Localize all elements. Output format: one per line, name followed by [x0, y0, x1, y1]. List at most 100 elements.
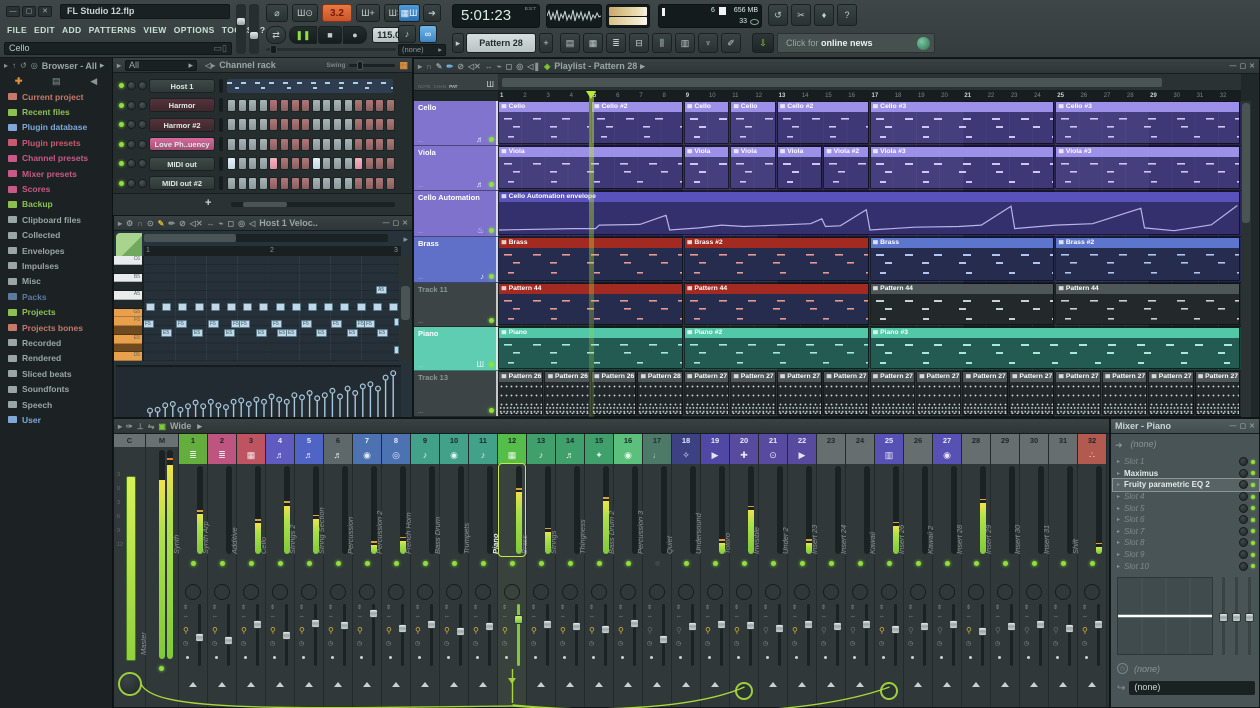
violin-icon[interactable]: ♬	[324, 447, 352, 464]
strip-fader[interactable]	[662, 604, 665, 666]
clip-pattern-27[interactable]: ≣ Pattern 27	[1148, 371, 1193, 415]
stereo-sep-control[interactable]: ⇕	[995, 604, 1000, 611]
slot-enable-led[interactable]	[1251, 564, 1255, 568]
clip-pattern-26[interactable]: ≣ Pattern 26	[591, 371, 636, 415]
strip-clock-icon[interactable]: ◷	[444, 640, 449, 647]
stereo-sep-control[interactable]: ⇕	[792, 604, 797, 611]
pr-note[interactable]: E5	[161, 329, 172, 337]
strip-number[interactable]: 26	[904, 434, 932, 447]
send-switch[interactable]	[972, 682, 980, 687]
pan-control[interactable]: ⇔	[1024, 614, 1030, 620]
fx-preset-value[interactable]: (none)	[1127, 439, 1257, 452]
strip-clock-icon[interactable]: ◷	[1082, 640, 1087, 647]
song-mode-switch[interactable]: ⇄	[266, 26, 286, 44]
stereo-sep-control[interactable]: ⇕	[1053, 604, 1058, 611]
fx-enable-icon[interactable]: ⚲	[299, 626, 305, 635]
rack-detach-icon[interactable]: ▸	[117, 61, 121, 70]
clip-pattern-27[interactable]: ≣ Pattern 27	[684, 371, 729, 415]
send-switch[interactable]	[943, 682, 951, 687]
strip-fader[interactable]	[401, 604, 404, 666]
pl-hscrollbar[interactable]	[498, 74, 1241, 91]
strip-link-dot[interactable]	[360, 656, 363, 659]
fx-enable-icon[interactable]: ⚲	[270, 626, 276, 635]
strip-clock-icon[interactable]: ◷	[908, 640, 913, 647]
pr-note[interactable]: E5	[256, 329, 267, 337]
strip-fader[interactable]	[691, 604, 694, 666]
step-cell-12[interactable]	[344, 99, 353, 112]
strip-eq-knob[interactable]	[707, 584, 723, 600]
send-switch[interactable]	[1001, 682, 1009, 687]
strip-mute-led[interactable]	[394, 561, 399, 566]
fader-cap[interactable]	[369, 609, 378, 618]
browser-item-backup[interactable]: Backup	[0, 197, 112, 212]
stereo-sep-control[interactable]: ⇕	[1024, 604, 1029, 611]
pr-note[interactable]: F5	[331, 320, 342, 328]
strip-clock-icon[interactable]: ◷	[502, 640, 507, 647]
strip-link-dot[interactable]	[534, 656, 537, 659]
strip-fader[interactable]	[1068, 604, 1071, 666]
blank-icon[interactable]	[962, 447, 990, 464]
strip-link-dot[interactable]	[505, 656, 508, 659]
fx-enable-icon[interactable]: ⚲	[821, 626, 827, 635]
strip-mute-led[interactable]	[249, 561, 254, 566]
strip-eq-knob[interactable]	[1026, 584, 1042, 600]
eq-band-slider-2[interactable]	[1235, 577, 1238, 655]
fx-minimize-icon[interactable]: —	[1230, 423, 1237, 430]
send-switch[interactable]	[421, 682, 429, 687]
keys-icon[interactable]: ▦	[237, 447, 265, 464]
send-switch[interactable]	[1088, 682, 1096, 687]
fader-cap[interactable]	[1094, 620, 1103, 629]
clip-brass[interactable]: ≣ Brass	[870, 237, 1055, 281]
fader-cap[interactable]	[949, 620, 958, 629]
browser-item-recorded[interactable]: Recorded	[0, 335, 112, 350]
send-switch[interactable]	[798, 682, 806, 687]
step-cell-16[interactable]	[386, 138, 395, 151]
pl-playback-icon[interactable]: ◁❚	[527, 62, 540, 71]
pr-note[interactable]	[324, 303, 333, 311]
playback-position-display[interactable]: 3.2	[322, 4, 352, 22]
strip-number[interactable]: 14	[556, 434, 584, 447]
slot-label[interactable]: Slot 10	[1124, 562, 1149, 571]
strip-eq-knob[interactable]	[214, 584, 230, 600]
channel-button[interactable]: MIDI out	[149, 157, 215, 171]
step-cell-2[interactable]	[238, 157, 247, 170]
pr-note[interactable]	[276, 303, 285, 311]
channel-button[interactable]: Love Ph..uency	[149, 137, 215, 151]
strip-mute-led[interactable]	[1003, 561, 1008, 566]
channel-volume-knob[interactable]	[138, 120, 147, 129]
pr-vscrollbar[interactable]	[399, 256, 412, 361]
track-panel-track-13[interactable]: Track 13...	[414, 371, 498, 417]
step-cell-9[interactable]	[312, 157, 321, 170]
clip-cello-automation-envelope[interactable]: ≣ Cello Automation envelope	[498, 191, 1240, 235]
strip-eq-knob[interactable]	[620, 584, 636, 600]
step-cell-10[interactable]	[322, 157, 331, 170]
strip-eq-knob[interactable]	[939, 584, 955, 600]
step-cell-6[interactable]	[280, 157, 289, 170]
strip-link-dot[interactable]	[824, 656, 827, 659]
strip-mute-led[interactable]	[365, 561, 370, 566]
pan-control[interactable]: ⇔	[560, 614, 566, 620]
strip-fader[interactable]	[575, 604, 578, 666]
menu-patterns[interactable]: PATTERNS	[89, 25, 137, 35]
slot-mix-knob[interactable]	[1239, 457, 1248, 466]
send-switch[interactable]	[653, 682, 661, 687]
track-name[interactable]: Track 13	[414, 371, 498, 382]
strip-number[interactable]: 12	[498, 434, 526, 447]
pan-control[interactable]: ⇔	[1082, 614, 1088, 620]
step-cell-2[interactable]	[238, 177, 247, 190]
strip-mute-led[interactable]	[510, 561, 515, 566]
pan-control[interactable]: ⇔	[328, 614, 334, 620]
notes-icon[interactable]: ≣	[179, 447, 207, 464]
track-lane-5[interactable]: ≣ Pattern 44≣ Pattern 44≣ Pattern 44≣ Pa…	[498, 283, 1241, 327]
pr-maximize-icon[interactable]: ▢	[393, 219, 400, 227]
send-switch[interactable]	[711, 682, 719, 687]
browser-item-clipboard-files[interactable]: Clipboard files	[0, 212, 112, 227]
channel-rack-view-icon[interactable]: ▦	[583, 33, 603, 53]
pl-detach-icon[interactable]: ▸	[418, 62, 422, 71]
undo-button[interactable]: ↺	[768, 4, 788, 26]
strip-eq-knob[interactable]	[823, 584, 839, 600]
send-switch[interactable]	[334, 682, 342, 687]
blank-icon[interactable]	[846, 447, 874, 464]
fx-slot-5[interactable]: ▸Slot 5	[1113, 502, 1259, 514]
mixer-view-icon[interactable]: ⫼	[652, 33, 672, 53]
